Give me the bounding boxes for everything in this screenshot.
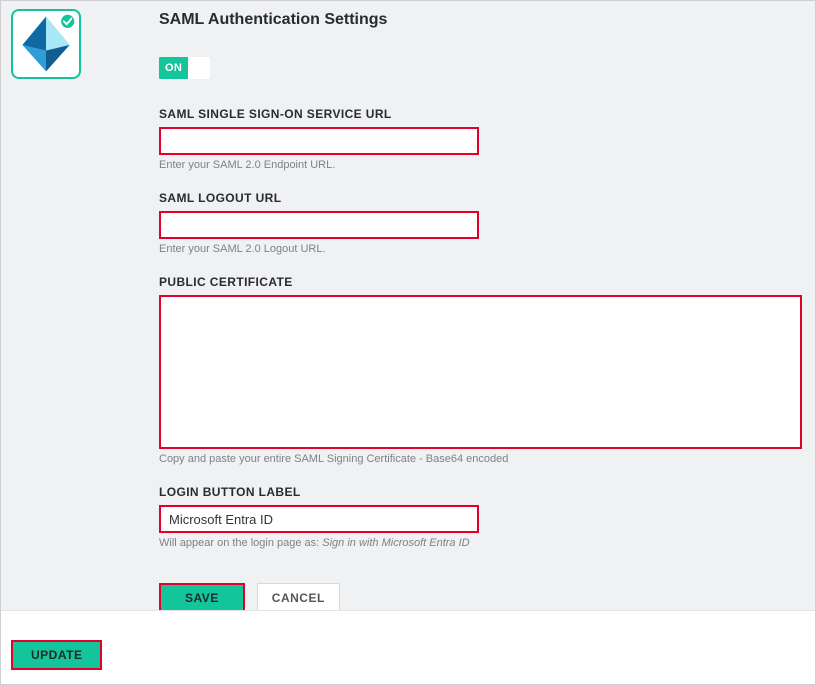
public-cert-helper: Copy and paste your entire SAML Signing … bbox=[159, 453, 802, 465]
page-title: SAML Authentication Settings bbox=[159, 11, 802, 29]
sso-url-helper: Enter your SAML 2.0 Endpoint URL. bbox=[159, 159, 802, 171]
app-logo bbox=[11, 9, 81, 79]
sso-url-label: SAML SINGLE SIGN-ON SERVICE URL bbox=[159, 107, 802, 121]
toggle-handle bbox=[188, 57, 210, 79]
login-button-helper-example: Sign in with Microsoft Entra ID bbox=[322, 537, 469, 549]
save-button[interactable]: SAVE bbox=[159, 583, 245, 613]
public-cert-label: PUBLIC CERTIFICATE bbox=[159, 275, 802, 289]
login-button-label-input[interactable] bbox=[159, 505, 479, 533]
logout-url-input[interactable] bbox=[159, 211, 479, 239]
toggle-on-label: ON bbox=[159, 57, 188, 79]
update-button[interactable]: UPDATE bbox=[11, 640, 102, 670]
public-cert-textarea[interactable] bbox=[159, 295, 802, 449]
app-logo-icon bbox=[13, 11, 79, 77]
logout-url-helper: Enter your SAML 2.0 Logout URL. bbox=[159, 243, 802, 255]
login-button-helper-prefix: Will appear on the login page as: bbox=[159, 537, 322, 549]
sso-url-input[interactable] bbox=[159, 127, 479, 155]
login-button-label-label: LOGIN BUTTON LABEL bbox=[159, 485, 802, 499]
saml-enabled-toggle[interactable]: ON bbox=[159, 57, 210, 79]
footer-bar: UPDATE bbox=[1, 610, 815, 684]
login-button-label-helper: Will appear on the login page as: Sign i… bbox=[159, 537, 802, 549]
logout-url-label: SAML LOGOUT URL bbox=[159, 191, 802, 205]
cancel-button[interactable]: CANCEL bbox=[257, 583, 340, 613]
